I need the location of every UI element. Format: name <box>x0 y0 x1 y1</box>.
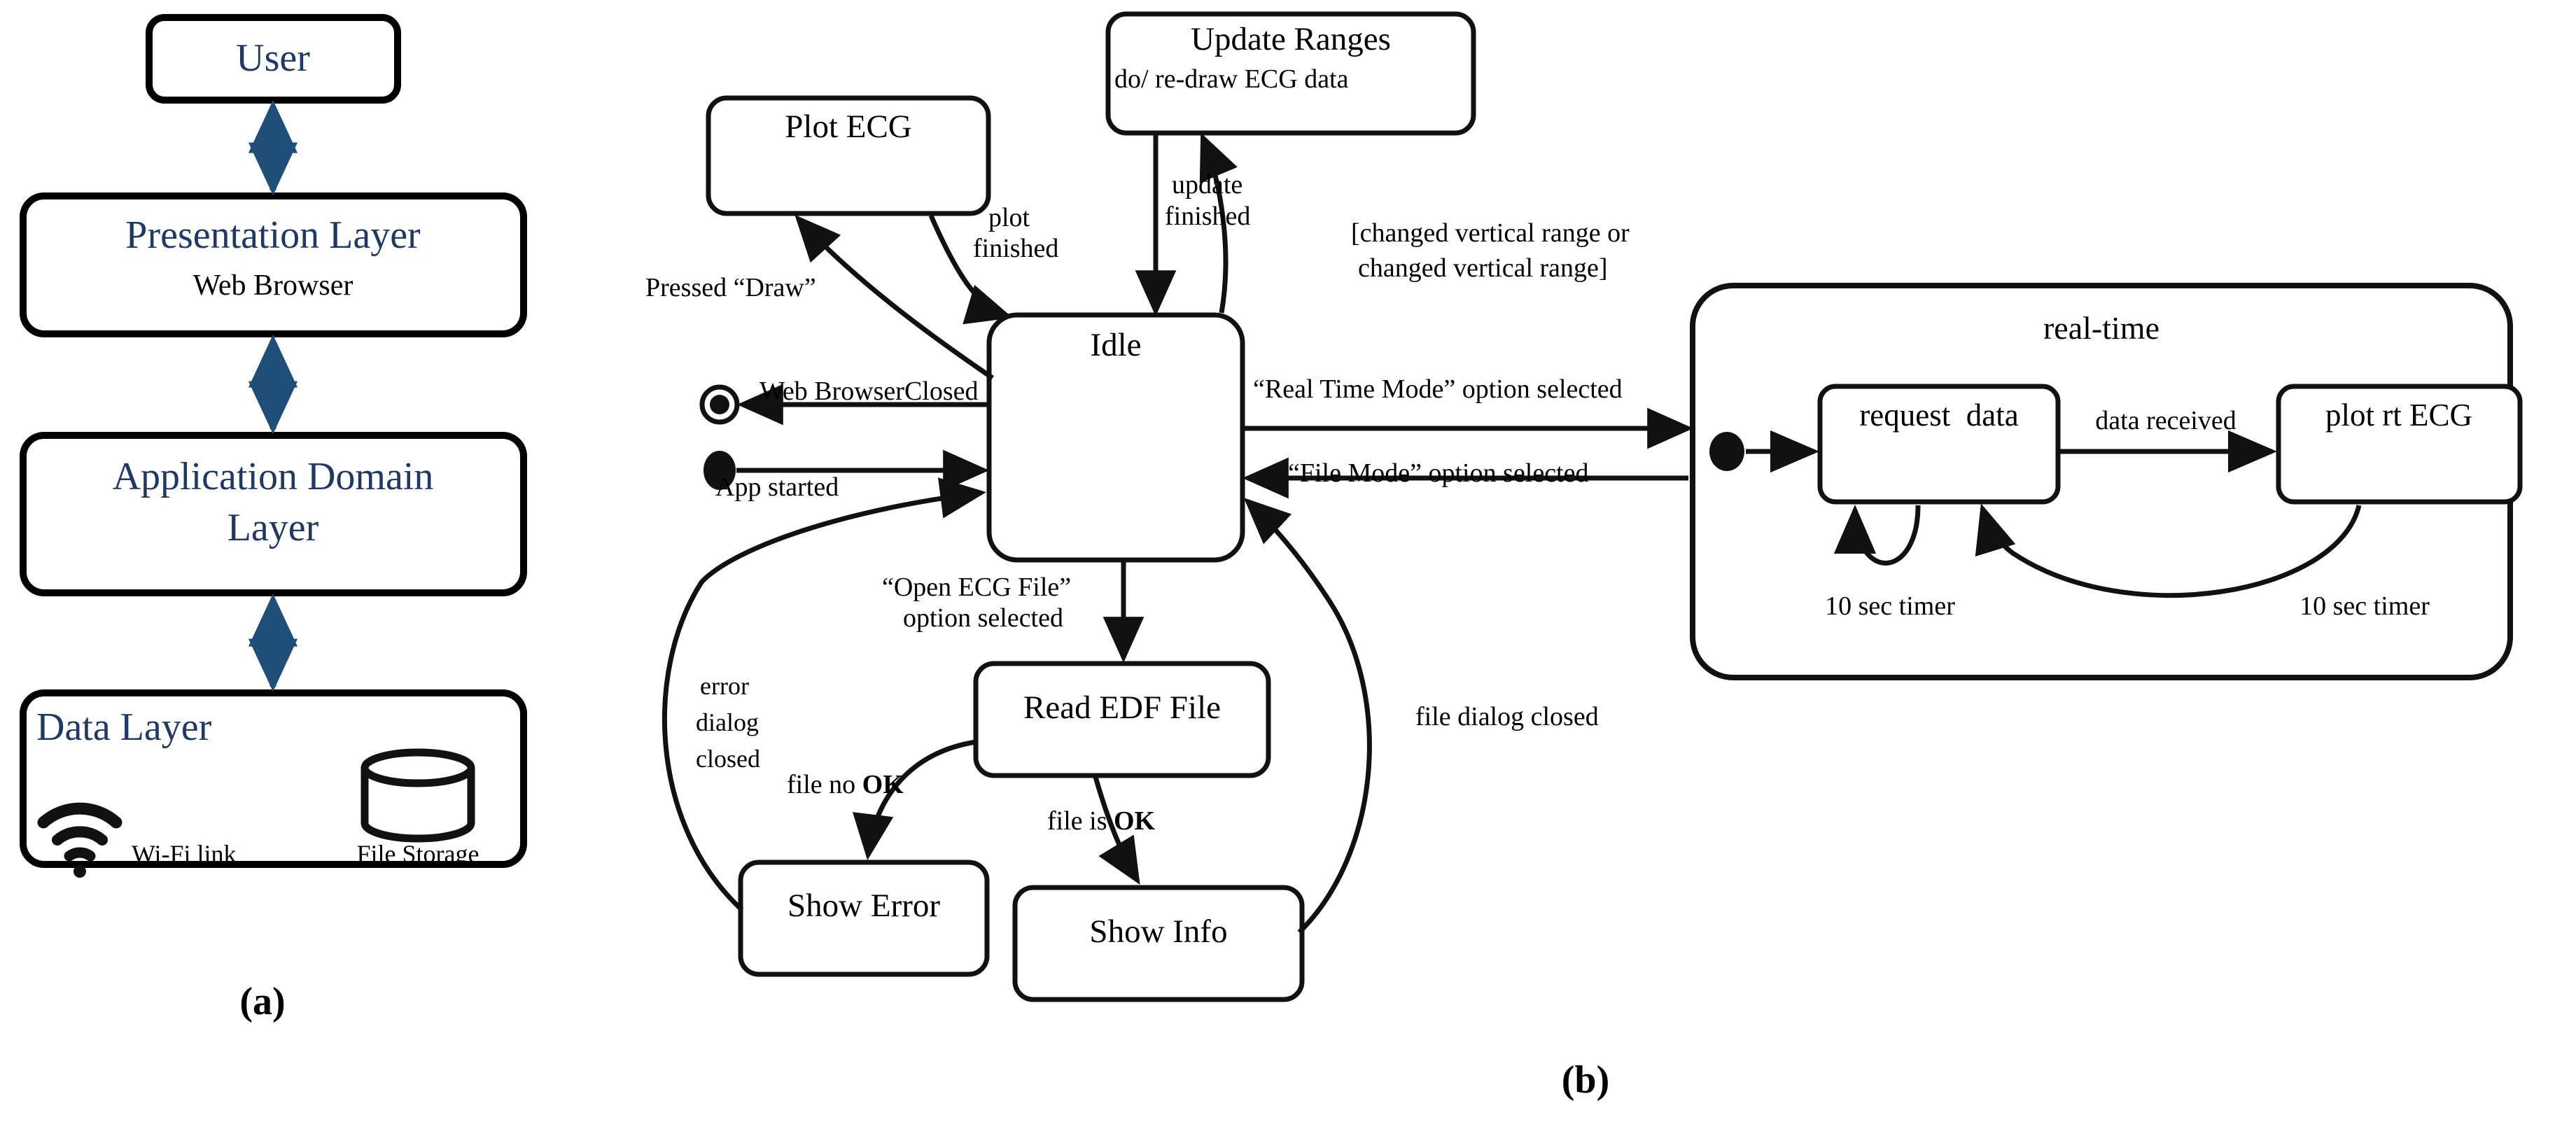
box-presentation-layer-subtitle: Web Browser <box>192 269 354 302</box>
panel-b-shapes <box>662 11 2523 1002</box>
transition-label-10-sec-timer-plot: 10 sec timer <box>2300 591 2430 621</box>
transition-label-app-started: App started <box>715 472 839 502</box>
diagram-vector-layer <box>20 11 2523 1002</box>
caption-a: (a) <box>239 980 286 1023</box>
transition-label-error-dialog-closed-line3: closed <box>696 745 760 773</box>
transition-label-pressed-draw: Pressed “Draw” <box>645 273 816 302</box>
transition-label-real-time-mode: “Real Time Mode” option selected <box>1253 374 1623 404</box>
state-activity-update-ranges: do/ re-draw ECG data <box>1114 64 1349 94</box>
state-label-read-edf-file: Read EDF File <box>1023 689 1221 726</box>
substate-label-request-data: request data <box>1859 398 2019 433</box>
transition-label-changed-range-line2: changed vertical range] <box>1358 253 1608 283</box>
transition-label-open-ecg-file-line2: option selected <box>903 603 1063 633</box>
transition-label-file-is-ok: file is OK <box>1047 806 1155 836</box>
transition-label-file-mode: “File Mode” option selected <box>1288 458 1589 488</box>
transition-label-file-is-ok-prefix: file is <box>1047 806 1114 836</box>
transition-label-plot-finished-line1: plot <box>988 203 1030 232</box>
transition-label-10-sec-timer-request: 10 sec timer <box>1825 591 1955 621</box>
transition-label-update-finished-line2: finished <box>1165 202 1251 231</box>
transition-label-error-dialog-closed-line1: error <box>700 672 749 700</box>
transition-label-update-finished-line1: update <box>1172 170 1243 199</box>
transition-label-web-browser-closed: Web BrowserClosed <box>760 377 979 406</box>
state-label-show-info: Show Info <box>1089 913 1228 950</box>
figure-canvas: User Presentation Layer Web Browser Appl… <box>0 0 2576 1143</box>
box-user-title: User <box>236 36 310 80</box>
final-state <box>699 384 740 425</box>
transition-label-plot-finished-line2: finished <box>973 234 1059 263</box>
initial-state-real-time <box>1709 432 1744 471</box>
box-presentation-layer-title: Presentation Layer <box>125 213 421 257</box>
substate-label-plot-rt-ecg: plot rt ECG <box>2325 398 2472 433</box>
transition-label-data-received: data received <box>2095 406 2236 435</box>
transition-label-open-ecg-file-line1: “Open ECG File” <box>882 573 1072 602</box>
state-label-idle: Idle <box>1090 327 1142 363</box>
transition-label-file-no-ok: file no OK <box>787 770 904 800</box>
box-application-domain-layer-title-line2: Layer <box>227 506 319 549</box>
box-application-domain-layer-title-line1: Application Domain <box>112 455 434 498</box>
caption-b: (b) <box>1561 1058 1610 1102</box>
transition-label-file-no-ok-prefix: file no <box>787 770 862 799</box>
transition-label-file-dialog-closed: file dialog closed <box>1415 702 1599 731</box>
transition-label-file-is-ok-strong: OK <box>1113 806 1156 836</box>
box-data-layer-title: Data Layer <box>36 706 212 749</box>
state-label-show-error: Show Error <box>788 888 940 924</box>
transition-error-dialog-closed <box>662 477 986 912</box>
transition-pressed-draw <box>794 214 994 380</box>
state-label-plot-ecg: Plot ECG <box>785 108 912 145</box>
wifi-link-label: Wi-Fi link <box>132 840 237 868</box>
composite-state-title-real-time: real-time <box>2043 310 2160 346</box>
transition-label-file-no-ok-strong: OK <box>862 770 904 799</box>
file-storage-label: File Storage <box>356 840 479 868</box>
state-label-update-ranges: Update Ranges <box>1191 21 1391 57</box>
transition-label-error-dialog-closed-line2: dialog <box>696 708 759 736</box>
transition-label-changed-range-line1: [changed vertical range or <box>1351 218 1630 248</box>
